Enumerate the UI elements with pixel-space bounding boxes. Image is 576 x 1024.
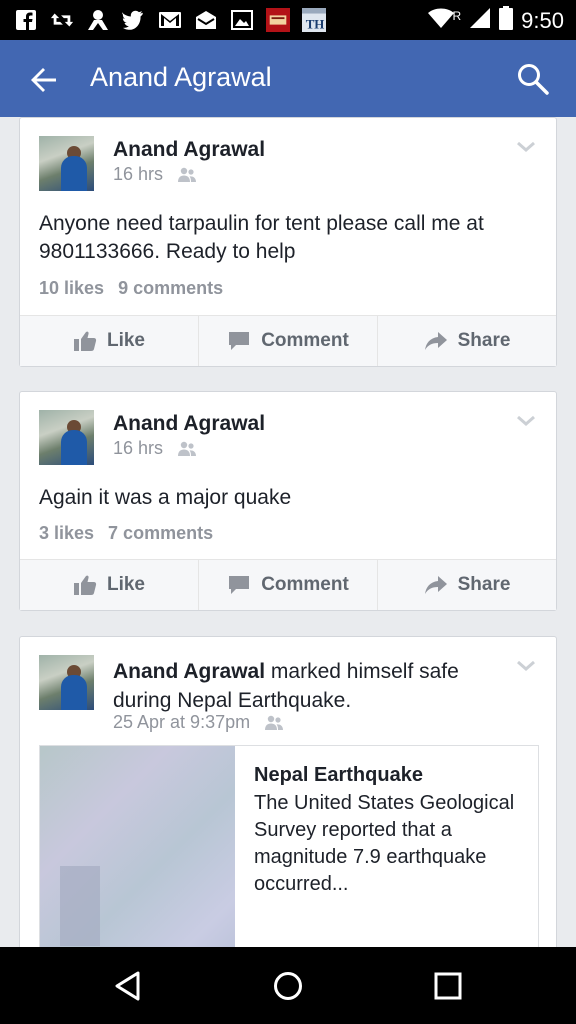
comment-count[interactable]: 9 comments xyxy=(118,278,223,299)
post-meta: 25 Apr at 9:37pm xyxy=(113,712,284,733)
recents-square-icon[interactable] xyxy=(431,969,465,1003)
avatar[interactable] xyxy=(39,136,94,191)
post-actions: Like Comment Share xyxy=(20,315,556,366)
post-text: Anyone need tarpaulin for tent please ca… xyxy=(39,212,484,263)
post-meta: 16 hrs xyxy=(113,164,197,185)
news-feed[interactable]: Anand Agrawal 16 hrs Anyone need tarpaul… xyxy=(0,117,576,947)
post-card: Anand Agrawal 16 hrs Again it was a majo… xyxy=(19,391,557,611)
mail-icon xyxy=(194,8,218,32)
navigation-bar xyxy=(0,947,576,1024)
roaming-label: R xyxy=(452,8,462,23)
like-count[interactable]: 3 likes xyxy=(39,523,94,544)
comment-label: Comment xyxy=(261,574,349,595)
post-counts: 10 likes 9 comments xyxy=(39,278,223,299)
share-button[interactable]: Share xyxy=(378,560,556,610)
post-author[interactable]: Anand Agrawal xyxy=(113,138,265,162)
system-indicators: R 9:50 xyxy=(427,6,564,35)
post-author[interactable]: Anand Agrawal xyxy=(113,412,265,436)
page-title: Anand Agrawal xyxy=(90,62,272,92)
share-label: Share xyxy=(457,330,511,351)
like-button[interactable]: Like xyxy=(20,560,199,610)
back-triangle-icon[interactable] xyxy=(111,969,145,1003)
post-text: Again it was a major quake xyxy=(39,486,292,509)
friends-icon xyxy=(178,167,197,182)
link-preview[interactable]: Nepal Earthquake The United States Geolo… xyxy=(39,745,539,947)
status-bar: TH R 9:50 xyxy=(0,0,576,40)
like-count[interactable]: 10 likes xyxy=(39,278,104,299)
comment-icon xyxy=(229,332,250,350)
post-time[interactable]: 16 hrs xyxy=(113,164,163,185)
link-thumbnail xyxy=(40,746,235,947)
signal-icon xyxy=(469,7,491,34)
twitter-icon xyxy=(122,8,146,32)
facebook-icon xyxy=(14,8,38,32)
avatar[interactable] xyxy=(39,655,94,710)
comment-label: Comment xyxy=(261,330,349,351)
chevron-down-icon[interactable] xyxy=(516,659,536,673)
post-counts: 3 likes 7 comments xyxy=(39,523,213,544)
share-arrow-icon xyxy=(424,576,447,594)
notification-icons: TH xyxy=(14,8,326,32)
svg-text:TH: TH xyxy=(306,16,325,31)
post-time[interactable]: 25 Apr at 9:37pm xyxy=(113,712,250,733)
post-time[interactable]: 16 hrs xyxy=(113,438,163,459)
clock: 9:50 xyxy=(521,7,564,33)
search-icon[interactable] xyxy=(516,62,550,96)
profile-icon xyxy=(86,8,110,32)
friends-icon xyxy=(265,715,284,730)
post-author[interactable]: Anand Agrawal xyxy=(113,660,265,683)
chevron-down-icon[interactable] xyxy=(516,414,536,428)
post-actions: Like Comment Share xyxy=(20,559,556,610)
thumbs-up-icon xyxy=(73,331,97,351)
safety-check-text: Anand Agrawal marked himself safe during… xyxy=(113,657,513,715)
comment-button[interactable]: Comment xyxy=(199,560,378,610)
like-label: Like xyxy=(106,574,146,595)
back-arrow-icon[interactable] xyxy=(26,62,62,98)
like-label: Like xyxy=(106,330,146,351)
link-description: The United States Geological Survey repo… xyxy=(254,792,515,895)
image-icon xyxy=(230,8,254,32)
post-card: Anand Agrawal marked himself safe during… xyxy=(19,636,557,947)
gmail-icon xyxy=(158,8,182,32)
post-meta: 16 hrs xyxy=(113,438,197,459)
like-button[interactable]: Like xyxy=(20,316,199,366)
share-arrow-icon xyxy=(424,332,447,350)
home-circle-icon[interactable] xyxy=(271,969,305,1003)
avatar[interactable] xyxy=(39,410,94,465)
comment-icon xyxy=(229,576,250,594)
friends-icon xyxy=(178,441,197,456)
retweet-icon xyxy=(50,8,74,32)
app-icon xyxy=(266,8,290,32)
post-card: Anand Agrawal 16 hrs Anyone need tarpaul… xyxy=(19,117,557,367)
comment-button[interactable]: Comment xyxy=(199,316,378,366)
link-title: Nepal Earthquake xyxy=(254,764,423,786)
app-bar: Anand Agrawal xyxy=(0,40,576,117)
share-button[interactable]: Share xyxy=(378,316,556,366)
battery-icon xyxy=(499,6,514,35)
thumbs-up-icon xyxy=(73,575,97,595)
th-icon: TH xyxy=(302,8,326,32)
share-label: Share xyxy=(457,574,511,595)
chevron-down-icon[interactable] xyxy=(516,140,536,154)
comment-count[interactable]: 7 comments xyxy=(108,523,213,544)
wifi-icon xyxy=(427,7,455,34)
